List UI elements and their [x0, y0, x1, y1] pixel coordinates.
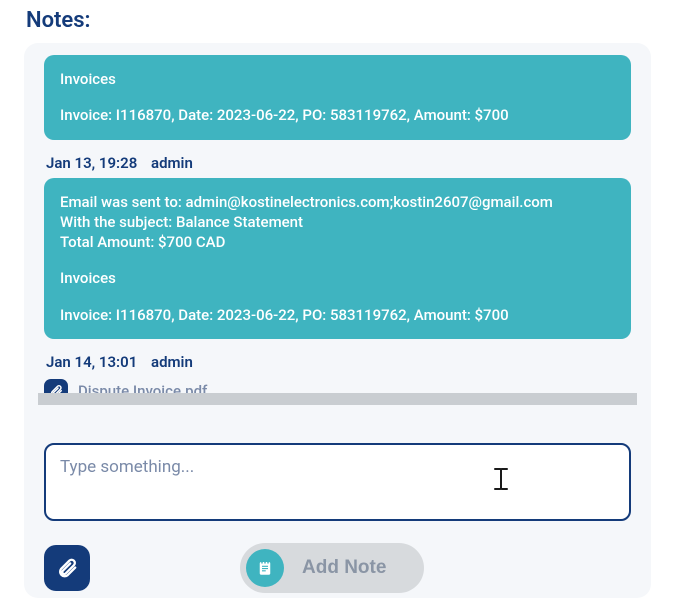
add-note-label: Add Note — [302, 557, 386, 579]
note-timestamp: Jan 14, 13:01 — [46, 353, 137, 371]
add-note-button[interactable]: Add Note — [240, 543, 424, 593]
note-user: admin — [151, 353, 193, 371]
notes-section-title: Notes: — [0, 0, 675, 43]
notes-scroll-area[interactable]: Invoices Invoice: I116870, Date: 2023-06… — [38, 55, 637, 405]
note-line: Invoice: I116870, Date: 2023-06-22, PO: … — [60, 105, 615, 125]
note-bubble: Invoices Invoice: I116870, Date: 2023-06… — [44, 55, 631, 140]
note-meta: Jan 13, 19:28 admin — [38, 148, 637, 178]
note-line: Total Amount: $700 CAD — [60, 232, 615, 252]
notes-panel: Invoices Invoice: I116870, Date: 2023-06… — [24, 43, 651, 598]
notepad-icon — [246, 549, 284, 587]
note-user: admin — [151, 154, 193, 172]
note-line: With the subject: Balance Statement — [60, 212, 615, 232]
composer-actions: Add Note — [44, 543, 631, 593]
note-line: Invoice: I116870, Date: 2023-06-22, PO: … — [60, 305, 615, 325]
note-input[interactable] — [44, 443, 631, 521]
note-composer: Add Note — [38, 443, 637, 593]
note-line: Email was sent to: admin@kostinelectroni… — [60, 192, 615, 212]
note-timestamp: Jan 13, 19:28 — [46, 154, 137, 172]
note-line: Invoices — [60, 69, 615, 89]
note-meta: Jan 14, 13:01 admin — [38, 347, 637, 377]
note-bubble: Email was sent to: admin@kostinelectroni… — [44, 178, 631, 339]
note-line: Invoices — [60, 268, 615, 288]
attach-file-button[interactable] — [44, 545, 90, 591]
scrollbar-track[interactable] — [38, 393, 637, 405]
paperclip-icon — [56, 557, 78, 579]
